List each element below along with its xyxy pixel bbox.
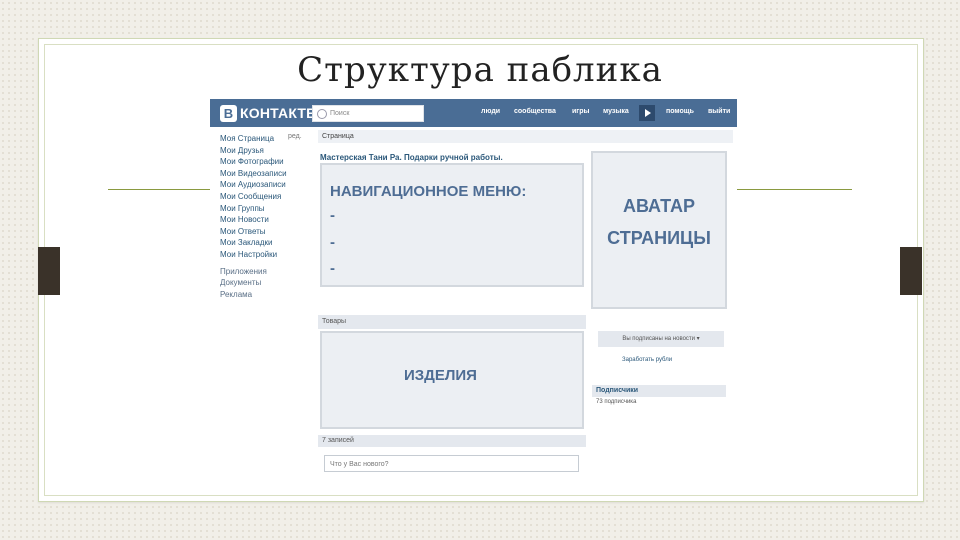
avatar-label-line1: АВАТАР (622, 196, 696, 216)
sidebar-item-bookmarks[interactable]: Мои Закладки (220, 237, 310, 249)
sidebar-item-messages[interactable]: Мои Сообщения (220, 191, 310, 203)
decor-line-left (108, 189, 210, 190)
sidebar-item-groups[interactable]: Мои Группы (220, 203, 310, 215)
vk-logo-mark: В (220, 104, 237, 122)
page-title: Мастерская Тани Ра. Подарки ручной работ… (320, 153, 503, 162)
decor-tab-left (38, 247, 60, 295)
nav-logout[interactable]: выйти (708, 108, 730, 115)
nav-menu-dash-1: - (330, 207, 335, 224)
avatar-label-line2: СТРАНИЦЫ (607, 228, 711, 248)
vk-header: В КОНТАКТЕ Поиск люди сообщества игры му… (210, 99, 737, 127)
search-input[interactable]: Поиск (312, 105, 424, 122)
sidebar-item-videos[interactable]: Мои Видеозаписи (220, 168, 310, 180)
nav-menu-heading: НАВИГАЦИОННОЕ МЕНЮ: (330, 183, 527, 200)
subscribers-count[interactable]: 73 подписчика (596, 399, 636, 405)
nav-menu-box: НАВИГАЦИОННОЕ МЕНЮ: - - - (320, 163, 584, 287)
play-icon[interactable] (639, 105, 655, 121)
nav-music[interactable]: музыка (603, 108, 629, 115)
sidebar-item-photos[interactable]: Мои Фотографии (220, 156, 310, 168)
vk-logo[interactable]: В КОНТАКТЕ (220, 104, 316, 122)
sidebar-edit-link[interactable]: ред. (288, 133, 302, 140)
vk-main-content: Страница Мастерская Тани Ра. Подарки руч… (310, 127, 737, 485)
nav-games[interactable]: игры (572, 108, 589, 115)
slide-title: Структура паблика (297, 50, 663, 90)
nav-menu-dash-3: - (330, 260, 335, 277)
sidebar-item-settings[interactable]: Мои Настройки (220, 249, 310, 261)
sidebar-item-documents[interactable]: Документы (220, 277, 310, 289)
goods-box: ИЗДЕЛИЯ (320, 331, 584, 429)
nav-menu-dash-2: - (330, 234, 335, 251)
posts-section-header[interactable]: 7 записей (318, 435, 586, 447)
nav-people[interactable]: люди (481, 108, 500, 115)
search-icon (317, 108, 327, 119)
sidebar-item-friends[interactable]: Мои Друзья (220, 145, 310, 157)
vk-sidebar: ред. Моя Страница Мои Друзья Мои Фотогра… (220, 133, 310, 300)
sidebar-item-apps[interactable]: Приложения (220, 266, 310, 278)
decor-tab-right (900, 247, 922, 295)
sidebar-item-ads[interactable]: Реклама (220, 289, 310, 301)
breadcrumb[interactable]: Страница (318, 130, 733, 143)
sidebar-item-answers[interactable]: Мои Ответы (220, 226, 310, 238)
nav-communities[interactable]: сообщества (514, 108, 556, 115)
subscribers-header[interactable]: Подписчики (592, 385, 726, 397)
vk-logo-text: КОНТАКТЕ (240, 105, 316, 121)
sidebar-item-audio[interactable]: Мои Аудиозаписи (220, 179, 310, 191)
earn-rubles-link[interactable]: Заработать рубли (622, 357, 672, 363)
nav-help[interactable]: помощь (666, 108, 694, 115)
goods-section-header[interactable]: Товары (318, 315, 586, 329)
post-input[interactable]: Что у Вас нового? (324, 455, 579, 472)
avatar-box: АВАТАР СТРАНИЦЫ (591, 151, 727, 309)
search-placeholder: Поиск (330, 110, 350, 117)
sidebar-item-news[interactable]: Мои Новости (220, 214, 310, 226)
decor-line-right (737, 189, 852, 190)
subscribe-button[interactable]: Вы подписаны на новости ▾ (598, 331, 724, 347)
vk-screenshot: В КОНТАКТЕ Поиск люди сообщества игры му… (210, 99, 737, 485)
goods-box-label: ИЗДЕЛИЯ (404, 367, 477, 384)
